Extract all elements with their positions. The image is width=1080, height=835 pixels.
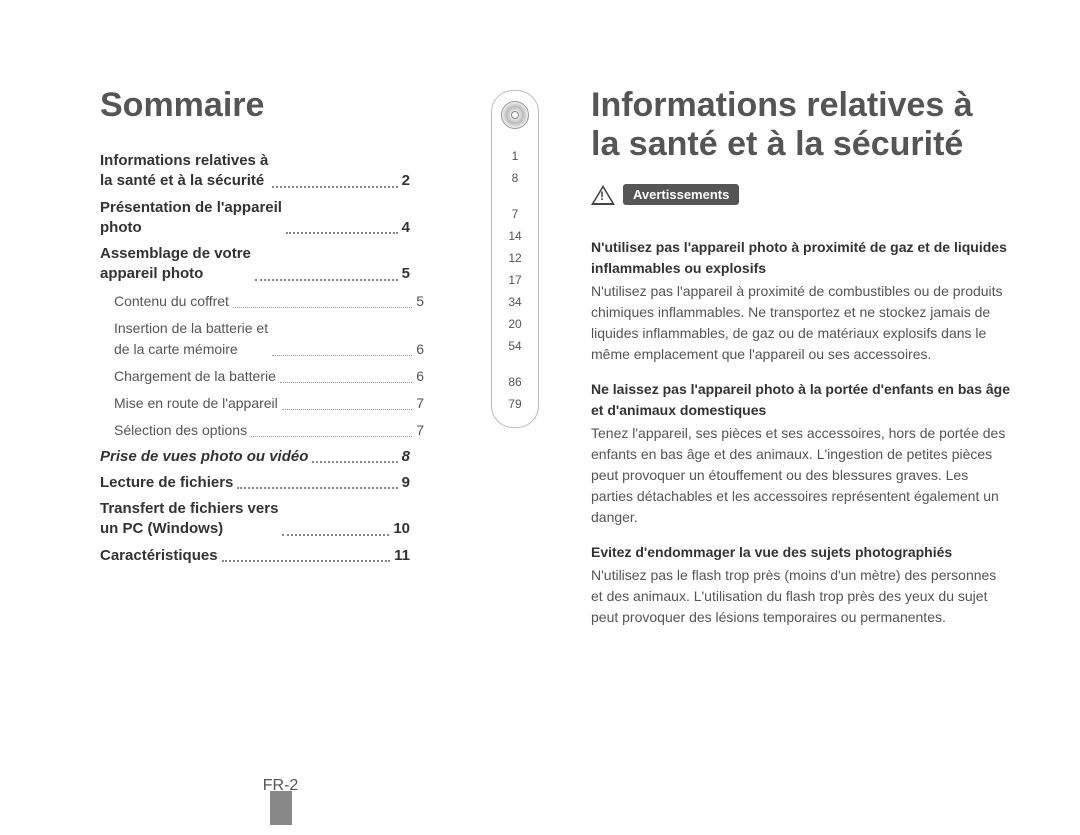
toc-label: Insertion de la batterie et de la carte … xyxy=(114,318,268,360)
toc-label: Caractéristiques xyxy=(100,546,218,566)
toc-entry[interactable]: Transfert de fichiers vers un PC (Window… xyxy=(100,499,410,540)
left-column: Sommaire Informations relatives à la san… xyxy=(0,0,561,835)
toc-leader-dots xyxy=(272,355,412,356)
toc-leader-dots xyxy=(280,382,412,383)
toc-page-number: 4 xyxy=(402,218,410,238)
toc-leader-dots xyxy=(222,560,391,562)
toc-leader-dots xyxy=(282,534,389,536)
warning-badge: Avertissements xyxy=(591,184,739,205)
toc-leader-dots xyxy=(282,409,412,410)
toc-sub-entry[interactable]: Chargement de la batterie 6 xyxy=(114,366,424,387)
toc-entry[interactable]: Informations relatives à la santé et à l… xyxy=(100,151,410,192)
toc-entry[interactable]: Présentation de l'appareil photo 4 xyxy=(100,198,410,239)
toc-label: Chargement de la batterie xyxy=(114,366,276,387)
full-ref-page-number: 34 xyxy=(508,295,521,309)
full-ref-page-number: 54 xyxy=(508,339,521,353)
toc-page-number: 6 xyxy=(416,339,424,360)
toc-label: Informations relatives à la santé et à l… xyxy=(100,151,268,192)
toc-page-number: 6 xyxy=(416,366,424,387)
toc-page-number: 7 xyxy=(416,393,424,414)
section-heading: Informations relatives à la santé et à l… xyxy=(591,86,1010,164)
toc-page-number: 5 xyxy=(402,264,410,284)
full-ref-page-number: 12 xyxy=(508,251,521,265)
toc-leader-dots xyxy=(255,279,398,281)
full-ref-page-number: 79 xyxy=(508,397,521,411)
warning-body: Tenez l'appareil, ses pièces et ses acce… xyxy=(591,423,1010,528)
toc-page-number: 7 xyxy=(416,420,424,441)
toc-entry[interactable]: Prise de vues photo ou vidéo 8 xyxy=(100,447,410,467)
toc-heading: Sommaire xyxy=(100,86,519,125)
toc-page-number: 8 xyxy=(402,447,410,467)
toc-sub-entry[interactable]: Sélection des options 7 xyxy=(114,420,424,441)
warning-body: N'utilisez pas le flash trop près (moins… xyxy=(591,565,1010,628)
toc-page-number: 11 xyxy=(394,546,410,566)
cd-icon xyxy=(501,101,529,129)
toc-label: Lecture de fichiers xyxy=(100,473,233,493)
toc-page-number: 9 xyxy=(402,473,410,493)
toc-leader-dots xyxy=(312,461,397,463)
manual-page: Sommaire Informations relatives à la san… xyxy=(0,0,1080,835)
toc-label: Assemblage de votre appareil photo xyxy=(100,244,251,285)
full-ref-page-number: 86 xyxy=(508,375,521,389)
thumb-tab xyxy=(270,791,292,825)
right-column: Informations relatives à la santé et à l… xyxy=(561,0,1080,835)
warning-body: N'utilisez pas l'appareil à proximité de… xyxy=(591,281,1010,365)
full-ref-page-number: 8 xyxy=(512,171,519,185)
toc-page-number: 10 xyxy=(393,519,410,539)
toc-label: Présentation de l'appareil photo xyxy=(100,198,282,239)
toc-leader-dots xyxy=(272,186,397,188)
warning-title: Ne laissez pas l'appareil photo à la por… xyxy=(591,379,1010,421)
toc-label: Prise de vues photo ou vidéo xyxy=(100,447,308,467)
toc-leader-dots xyxy=(286,232,398,234)
toc-leader-dots xyxy=(251,436,412,437)
full-reference-sidebar: 1 8 7 14 12 17 34 20 54 86 79 xyxy=(491,90,539,428)
toc-label: Transfert de fichiers vers un PC (Window… xyxy=(100,499,278,540)
toc-label: Contenu du coffret xyxy=(114,291,229,312)
toc-page-number: 2 xyxy=(402,171,410,191)
warning-title: Evitez d'endommager la vue des sujets ph… xyxy=(591,542,1010,563)
full-ref-page-number: 7 xyxy=(512,207,519,221)
toc-page-number: 5 xyxy=(416,291,424,312)
full-ref-page-number: 17 xyxy=(508,273,521,287)
toc-label: Mise en route de l'appareil xyxy=(114,393,278,414)
full-ref-page-number: 20 xyxy=(508,317,521,331)
toc-leader-dots xyxy=(233,307,412,308)
toc-entry[interactable]: Caractéristiques 11 xyxy=(100,546,410,566)
toc-entry[interactable]: Assemblage de votre appareil photo 5 xyxy=(100,244,410,285)
full-ref-page-number: 14 xyxy=(508,229,521,243)
toc-leader-dots xyxy=(237,487,397,489)
toc-label: Sélection des options xyxy=(114,420,247,441)
full-ref-page-number: 1 xyxy=(512,149,519,163)
toc-sub-entry[interactable]: Contenu du coffret 5 xyxy=(114,291,424,312)
toc-sub-entry[interactable]: Insertion de la batterie et de la carte … xyxy=(114,318,424,360)
warning-title: N'utilisez pas l'appareil photo à proxim… xyxy=(591,237,1010,279)
toc-sub-entry[interactable]: Mise en route de l'appareil 7 xyxy=(114,393,424,414)
toc-entry[interactable]: Lecture de fichiers 9 xyxy=(100,473,410,493)
warning-label: Avertissements xyxy=(623,184,739,205)
warning-triangle-icon xyxy=(591,185,615,205)
